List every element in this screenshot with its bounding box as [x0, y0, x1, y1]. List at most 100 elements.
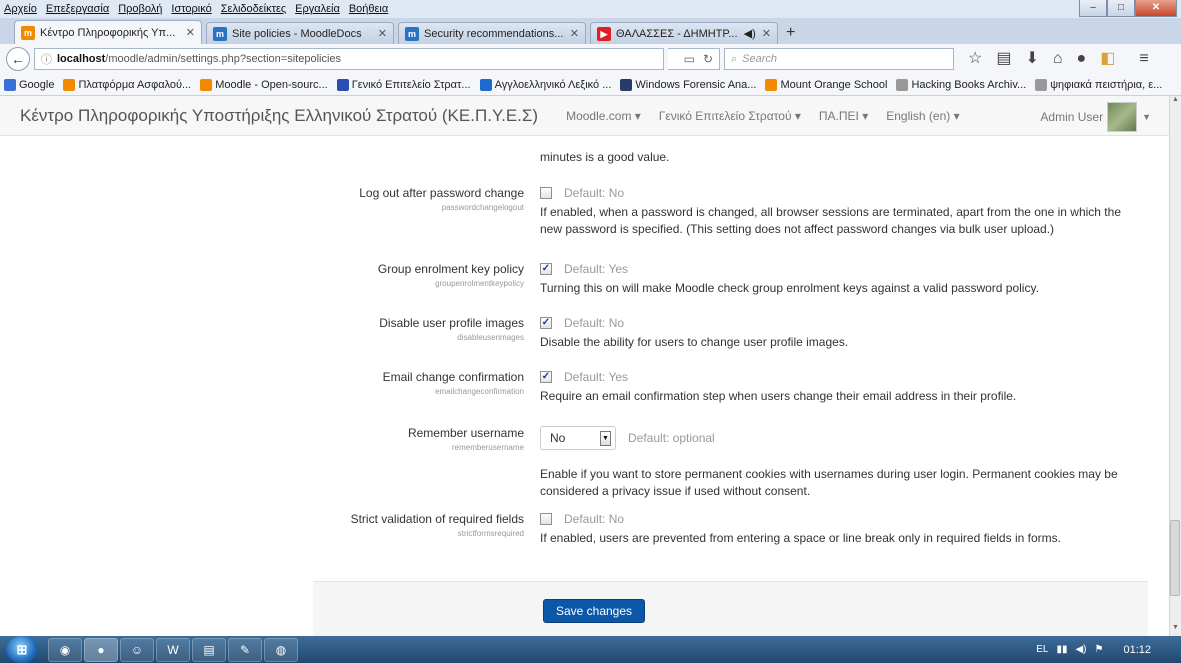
setting-label[interactable]: Disable user profile images — [379, 316, 524, 330]
browser-tab[interactable]: m Security recommendations... ✕ — [398, 22, 586, 44]
scrollbar[interactable]: ▲ ▼ — [1169, 96, 1181, 636]
reader-view-icon[interactable]: ▭ — [684, 52, 695, 66]
start-button[interactable]: ⊞ — [6, 636, 38, 663]
system-tray: EL ▮▮ ◀) ⚑ 01:12 — [1036, 636, 1181, 663]
tab-title: ΘΑΛΑΣΣΕΣ - ΔΗΜΗΤΡ... — [616, 27, 738, 40]
browser-tab[interactable]: ▶ ΘΑΛΑΣΣΕΣ - ΔΗΜΗΤΡ... ◀) ✕ — [590, 22, 778, 44]
checkbox[interactable] — [540, 187, 552, 199]
globe-icon — [1035, 78, 1048, 91]
avatar[interactable] — [1107, 102, 1138, 132]
close-tab-icon[interactable]: ✕ — [570, 27, 579, 40]
setting-name: emailchangeconfirmation — [435, 387, 524, 396]
menu-item[interactable]: Εργαλεία — [295, 3, 340, 15]
close-window-button[interactable]: ✕ — [1135, 0, 1177, 17]
setting-control: Default: No — [540, 512, 624, 526]
reading-list-icon[interactable]: ▤ — [996, 48, 1011, 70]
close-tab-icon[interactable]: ✕ — [186, 26, 195, 39]
checkbox[interactable] — [540, 513, 552, 525]
previous-setting-desc: minutes is a good value. — [540, 150, 670, 164]
bookmark-item[interactable]: Google — [4, 78, 54, 91]
setting-control: ✓ Default: Yes — [540, 370, 628, 384]
minimize-button[interactable]: – — [1079, 0, 1107, 17]
menu-item[interactable]: Βοήθεια — [349, 3, 388, 15]
clock[interactable]: 01:12 — [1123, 644, 1151, 656]
app2-taskbar-icon[interactable]: ◍ — [264, 637, 298, 662]
bookmark-item[interactable]: Moodle - Open-sourc... — [200, 78, 328, 91]
menu-item[interactable]: Ιστορικό — [171, 3, 211, 15]
chrome-taskbar-icon[interactable]: ◉ — [48, 637, 82, 662]
bookmark-item[interactable]: Πλατφόρμα Ασφαλού... — [63, 78, 191, 91]
rememberusername-select[interactable]: No ▼ — [540, 426, 616, 450]
search-input[interactable]: ⌕ Search — [724, 48, 954, 70]
home-icon[interactable]: ⌂ — [1053, 48, 1063, 70]
close-tab-icon[interactable]: ✕ — [762, 27, 771, 40]
default-value: Default: optional — [628, 431, 715, 445]
bookmark-item[interactable]: Windows Forensic Ana... — [620, 78, 756, 91]
browser-tab-strip: m Κέντρο Πληροφορικής Υπ... ✕ m Site policie… — [0, 18, 1181, 44]
search-placeholder: Search — [742, 53, 778, 65]
bookmark-item[interactable]: Αγγλοελληνικό Λεξικό ... — [479, 78, 611, 91]
setting-label[interactable]: Strict validation of required fields — [351, 512, 524, 526]
new-tab-button[interactable]: + — [786, 22, 795, 44]
setting-description: Require an email confirmation step when … — [540, 389, 1017, 403]
save-button[interactable]: Save changes — [543, 599, 645, 623]
site-nav-item[interactable]: Moodle.com ▾ — [566, 109, 641, 123]
back-button[interactable]: ← — [6, 47, 30, 71]
site-nav-item[interactable]: ΠΑ.ΠΕΙ ▾ — [819, 109, 868, 123]
site-info-icon[interactable]: ⓘ — [41, 51, 52, 67]
maximize-button[interactable]: □ — [1107, 0, 1135, 17]
setting-label[interactable]: Log out after password change — [359, 186, 524, 200]
word-taskbar-icon[interactable]: W — [156, 637, 190, 662]
moodledocs-icon: m — [405, 26, 419, 41]
site-brand[interactable]: Κέντρο Πληροφορικής Υποστήριξης Ελληνικο… — [20, 106, 538, 126]
chevron-down-icon[interactable]: ▼ — [600, 431, 611, 446]
menu-item[interactable]: Σελιδοδείκτες — [221, 3, 286, 15]
site-nav-item[interactable]: English (en) ▾ — [886, 109, 959, 123]
menu-icon[interactable]: ≡ — [1139, 48, 1148, 70]
browser-tab[interactable]: m Site policies - MoodleDocs ✕ — [206, 22, 394, 44]
bookmark-item[interactable]: Hacking Books Archiv... — [896, 78, 1026, 91]
moodle-icon: m — [21, 25, 35, 40]
url-bar[interactable]: ⓘ localhost /moodle/admin/settings.php?s… — [34, 48, 664, 70]
menu-item[interactable]: Επεξεργασία — [46, 3, 109, 15]
bookmark-label: Mount Orange School — [780, 78, 888, 91]
flag-icon[interactable]: ⚑ — [1095, 644, 1104, 655]
google-icon — [4, 78, 16, 91]
setting-label[interactable]: Group enrolment key policy — [378, 262, 524, 276]
close-tab-icon[interactable]: ✕ — [378, 27, 387, 40]
pocket-icon[interactable]: ◧ — [1100, 48, 1115, 70]
scroll-up-icon[interactable]: ▲ — [1170, 96, 1181, 108]
bookmark-star-icon[interactable]: ☆ — [968, 48, 982, 70]
user-name[interactable]: Admin User — [1040, 110, 1103, 124]
volume-icon[interactable]: ◀) — [1075, 644, 1086, 655]
download-icon[interactable]: ⬇ — [1025, 48, 1038, 70]
menu-item[interactable]: Αρχείο — [4, 3, 37, 15]
default-value: Default: Yes — [564, 262, 629, 276]
pdf-taskbar-icon[interactable]: ✎ — [228, 637, 262, 662]
bookmark-item[interactable]: Mount Orange School — [765, 78, 888, 91]
setting-description: Enable if you want to store permanent co… — [540, 467, 1118, 498]
language-indicator[interactable]: EL — [1036, 644, 1048, 655]
firefox-taskbar-icon[interactable]: ● — [84, 637, 118, 662]
site-nav-item[interactable]: Γενικό Επιτελείο Στρατού ▾ — [659, 109, 801, 123]
user-menu[interactable]: Admin User ▼ — [1040, 102, 1151, 132]
explorer-taskbar-icon[interactable]: ▤ — [192, 637, 226, 662]
bookmark-item[interactable]: Γενικό Επιτελείο Στρατ... — [336, 78, 471, 91]
scroll-down-icon[interactable]: ▼ — [1170, 624, 1181, 636]
app-taskbar-icon[interactable]: ☺ — [120, 637, 154, 662]
bookmark-item[interactable]: ψηφιακά πειστήρια, ε... — [1035, 78, 1162, 91]
setting-label[interactable]: Remember username — [408, 426, 524, 440]
network-icon[interactable]: ▮▮ — [1056, 644, 1067, 655]
menu-item[interactable]: Προβολή — [118, 3, 162, 15]
setting-label[interactable]: Email change confirmation — [383, 370, 524, 384]
setting-name: rememberusername — [451, 443, 524, 452]
chat-icon[interactable]: ● — [1077, 48, 1087, 70]
checkbox[interactable]: ✓ — [540, 371, 552, 383]
checkbox[interactable]: ✓ — [540, 317, 552, 329]
scrollbar-thumb[interactable] — [1170, 520, 1180, 596]
site-header: Κέντρο Πληροφορικής Υποστήριξης Ελληνικο… — [0, 96, 1169, 136]
checkbox[interactable]: ✓ — [540, 263, 552, 275]
browser-tab[interactable]: m Κέντρο Πληροφορικής Υπ... ✕ — [14, 20, 202, 44]
tab-audio-icon[interactable]: ◀) — [744, 27, 756, 40]
reload-icon[interactable]: ↻ — [703, 52, 713, 66]
